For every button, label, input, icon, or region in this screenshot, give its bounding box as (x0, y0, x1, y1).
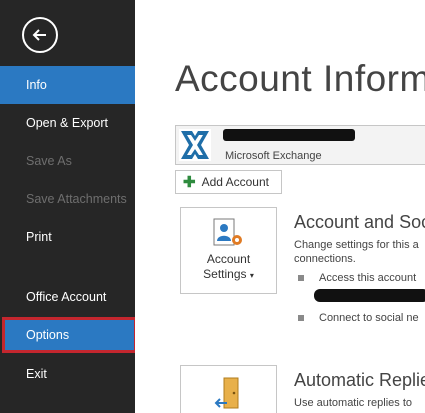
nav-item-label: Open & Export (26, 116, 108, 130)
account-settings-label: Account (206, 252, 251, 266)
nav-item-save-as[interactable]: Save As (0, 142, 135, 180)
backstage-sidebar: Info Open & Export Save As Save Attachme… (0, 0, 137, 413)
account-settings-icon (213, 218, 242, 246)
nav-item-info[interactable]: Info (0, 66, 135, 104)
back-arrow-icon (32, 29, 46, 41)
plus-icon: ✚ (183, 173, 196, 191)
back-button[interactable] (22, 17, 58, 53)
nav-item-office-account[interactable]: Office Account (0, 278, 135, 316)
nav-item-label: Save Attachments (26, 192, 127, 206)
account-social-desc-1: Change settings for this a (294, 239, 419, 251)
nav-item-label: Exit (26, 367, 47, 381)
account-selector[interactable]: Microsoft Exchange (175, 125, 425, 165)
nav-item-print[interactable]: Print (0, 218, 135, 256)
nav-item-label: Info (26, 78, 47, 92)
account-settings-button[interactable]: Account Settings ▾ (180, 207, 277, 294)
nav-item-label: Print (26, 230, 52, 244)
redacted-account-name (223, 129, 355, 141)
account-settings-label-text: Settings (203, 267, 247, 281)
nav-item-label: Save As (26, 154, 72, 168)
account-settings-label-2: Settings ▾ (181, 267, 276, 283)
nav-item-open-export[interactable]: Open & Export (0, 104, 135, 142)
automatic-replies-heading: Automatic Replie (294, 370, 425, 390)
nav-item-label: Office Account (26, 290, 107, 304)
add-account-button[interactable]: ✚ Add Account (175, 170, 282, 194)
bullet-icon (298, 275, 304, 281)
automatic-replies-button[interactable] (180, 365, 277, 413)
automatic-replies-icon (214, 377, 239, 409)
account-information-pane: Account Inform Microsoft Exchange ✚ Add … (135, 0, 425, 413)
account-type: Microsoft Exchange (225, 150, 322, 162)
bullet-connect-social: Connect to social ne (319, 312, 419, 324)
page-title: Account Inform (175, 58, 425, 99)
chevron-down-icon: ▾ (249, 271, 254, 280)
nav-item-options[interactable]: Options (2, 317, 137, 353)
account-social-desc-2: connections. (294, 253, 356, 265)
bullet-icon (298, 315, 304, 321)
add-account-label: Add Account (201, 175, 269, 189)
redacted-email (314, 289, 425, 302)
nav-item-label: Options (26, 328, 70, 342)
nav-item-save-attachments[interactable]: Save Attachments (0, 180, 135, 218)
automatic-replies-desc: Use automatic replies to (294, 397, 412, 409)
account-social-heading: Account and Soc (294, 212, 425, 232)
exchange-icon (179, 129, 211, 161)
bullet-access-account: Access this account (319, 272, 417, 284)
nav-item-exit[interactable]: Exit (0, 355, 135, 393)
